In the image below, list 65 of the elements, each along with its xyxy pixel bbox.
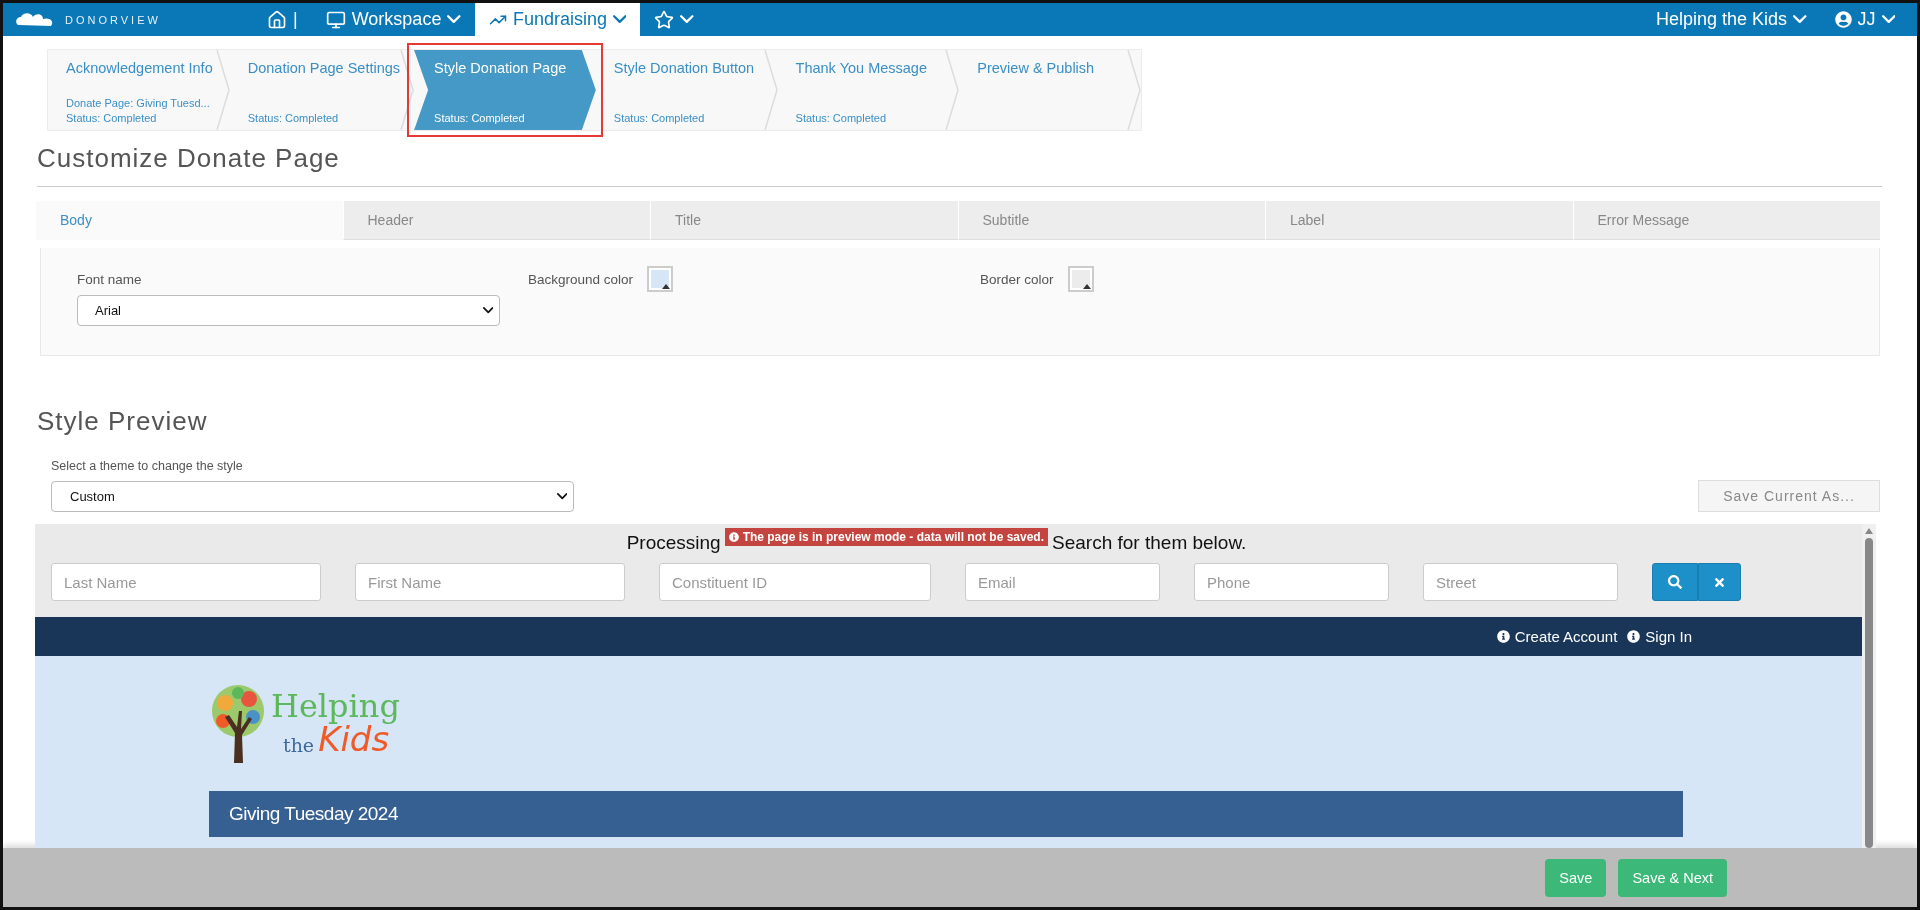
section-heading: Customize Donate Page — [37, 143, 341, 174]
wizard-step[interactable]: Style Donation Button Status: Completed — [595, 50, 764, 130]
organization-menu[interactable]: Helping the Kids — [1641, 3, 1821, 36]
font-select[interactable]: Arial — [77, 295, 500, 326]
info-icon — [728, 532, 739, 542]
brand-name: DONORVIEW — [65, 13, 161, 26]
monitor-icon — [325, 9, 346, 30]
search-input-field[interactable]: Street — [1423, 563, 1618, 601]
save-current-as-button[interactable]: Save Current As... — [1698, 480, 1880, 512]
style-tab[interactable]: Label — [1265, 201, 1573, 240]
nav-tab[interactable]: Fundraising — [474, 3, 641, 36]
info-icon — [1627, 630, 1641, 643]
style-tab[interactable]: Subtitle — [957, 201, 1265, 240]
nav-tab[interactable]: Workspace — [311, 3, 475, 36]
logo-text: the — [283, 733, 315, 756]
search-button[interactable] — [1652, 563, 1698, 601]
nav-separator: | — [293, 9, 298, 30]
close-icon — [1713, 575, 1726, 589]
search-prompt: Processing — [626, 531, 721, 554]
home-icon[interactable] — [267, 9, 287, 30]
search-input-field[interactable]: Last Name — [51, 563, 321, 601]
wizard-step[interactable]: Acknowledgement Info Donate Page: Giving Tuesd... Status: Completed — [48, 50, 216, 130]
chevron-down-icon — [1881, 15, 1895, 24]
style-tab[interactable]: Body — [35, 201, 343, 240]
logo-text: Helping — [271, 689, 400, 722]
chevron-down-icon — [612, 15, 627, 24]
account-link[interactable]: Sign In — [1627, 628, 1692, 645]
tree-logo-icon — [209, 682, 267, 763]
style-tab[interactable]: Error Message — [1572, 201, 1880, 240]
color-swatch[interactable] — [1067, 266, 1094, 292]
wizard-step[interactable]: Donation Page Settings Status: Completed — [229, 50, 401, 130]
chevron-down-icon — [680, 15, 694, 24]
search-prompt: Search for them below. — [1052, 531, 1247, 554]
style-tab[interactable]: Header — [342, 201, 650, 240]
field-label: Font name — [77, 271, 143, 287]
account-link[interactable]: Create Account — [1496, 628, 1618, 645]
chevron-down-icon — [556, 493, 567, 500]
style-tab[interactable]: Title — [650, 201, 958, 240]
chevron-down-icon — [482, 307, 493, 314]
theme-select[interactable]: Custom — [51, 481, 574, 512]
info-icon — [1496, 630, 1510, 643]
save-button[interactable]: Save — [1545, 858, 1607, 897]
field-label: Border color — [980, 271, 1054, 287]
star-icon — [654, 9, 675, 30]
user-icon — [1834, 11, 1852, 28]
preview-notice-text: The page is in preview mode - data will not be saved. — [742, 530, 1045, 544]
wizard-step[interactable]: Thank You Message Status: Completed — [777, 50, 946, 130]
scrollbar[interactable] — [1862, 524, 1876, 848]
search-input-field[interactable]: First Name — [355, 563, 625, 601]
field-label: Background color — [528, 271, 634, 287]
user-menu[interactable]: JJ — [1820, 3, 1917, 36]
field-label: Select a theme to change the style — [51, 459, 244, 473]
save-button[interactable]: Save & Next — [1618, 858, 1727, 897]
section-heading: Style Preview — [37, 406, 209, 437]
search-icon — [1668, 575, 1682, 589]
color-swatch[interactable] — [647, 266, 674, 292]
search-input-field[interactable]: Email — [965, 563, 1160, 601]
wizard-step[interactable]: Style Donation Page Status: Completed — [414, 50, 596, 130]
chevron-down-icon — [1793, 15, 1807, 24]
chevron-down-icon — [447, 15, 461, 24]
search-input-field[interactable]: Constituent ID — [659, 563, 931, 601]
wizard-step[interactable]: Preview & Publish — [959, 50, 1128, 130]
clear-button[interactable] — [1698, 563, 1741, 601]
search-input-field[interactable]: Phone — [1194, 563, 1389, 601]
campaign-title: Giving Tuesday 2024 — [229, 803, 398, 825]
